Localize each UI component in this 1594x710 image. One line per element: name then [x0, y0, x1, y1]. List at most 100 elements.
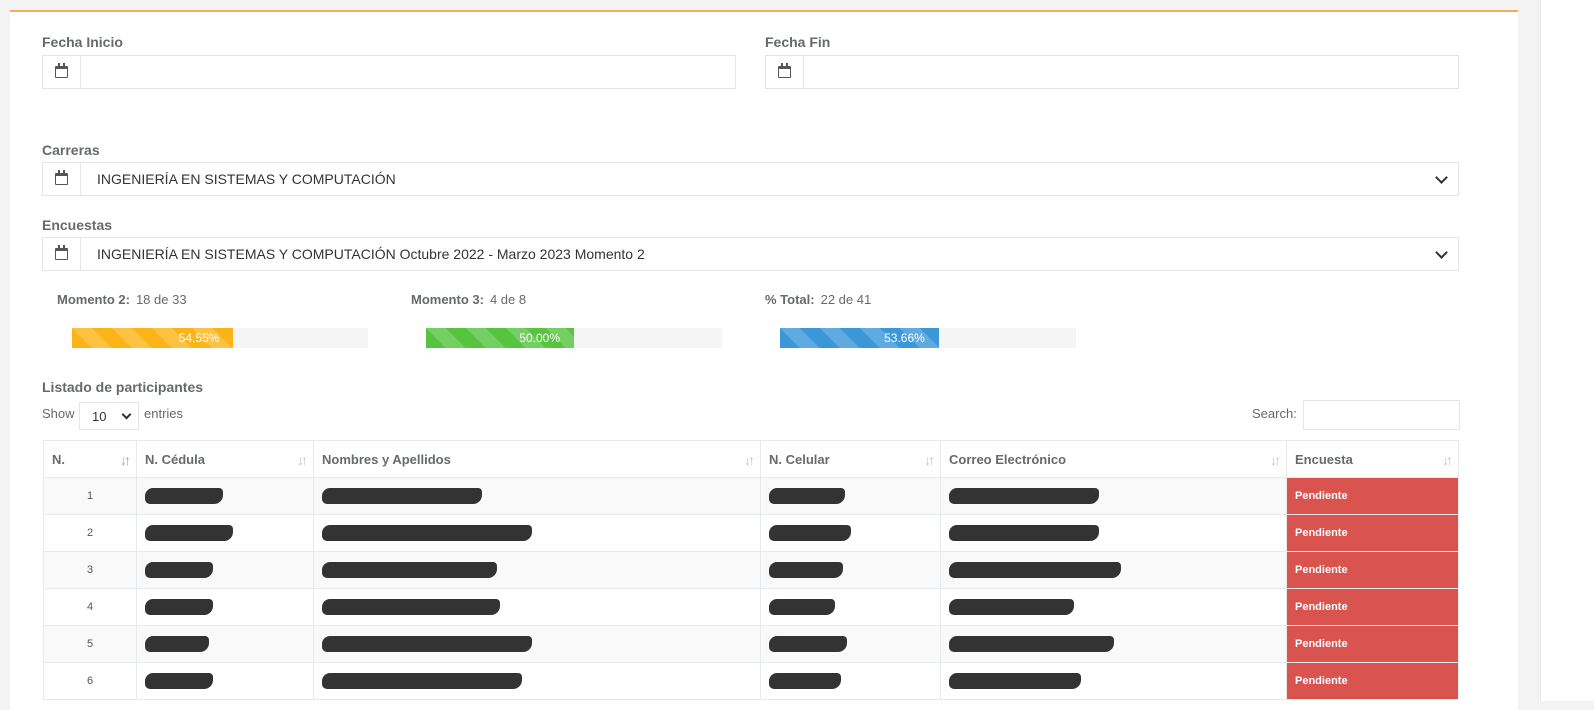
stat-momento-2: Momento 2: 18 de 33 — [57, 292, 187, 307]
table-row: 6 Pendiente — [43, 662, 1459, 700]
cedula-cell-redacted — [136, 551, 314, 589]
status-badge: Pendiente — [1286, 588, 1459, 626]
careers-selected-value: INGENIERÍA EN SISTEMAS Y COMPUTACIÓN — [97, 171, 396, 187]
progress-bar-momento-3: 50.00% — [426, 328, 722, 348]
status-badge: Pendiente — [1286, 551, 1459, 589]
cedula-cell-redacted — [136, 588, 314, 626]
careers-select[interactable]: INGENIERÍA EN SISTEMAS Y COMPUTACIÓN — [42, 162, 1459, 196]
sort-icon: ↓↑ — [744, 452, 755, 468]
surveys-select[interactable]: INGENIERÍA EN SISTEMAS Y COMPUTACIÓN Oct… — [42, 237, 1459, 271]
table-row: 1 Pendiente — [43, 477, 1459, 515]
end-date-input[interactable] — [804, 56, 1458, 88]
surveys-selected-value: INGENIERÍA EN SISTEMAS Y COMPUTACIÓN Oct… — [97, 246, 645, 262]
status-badge: Pendiente — [1286, 625, 1459, 663]
stat-label: % Total: — [765, 292, 815, 307]
search-label: Search: — [1252, 406, 1297, 421]
calendar-icon — [778, 63, 791, 78]
start-date-group — [42, 55, 736, 89]
entries-label: entries — [144, 406, 184, 421]
list-title: Listado de participantes — [42, 379, 204, 395]
name-cell-redacted — [313, 662, 761, 700]
stat-label: Momento 2: — [57, 292, 130, 307]
row-number: 1 — [43, 477, 137, 515]
row-number: 6 — [43, 662, 137, 700]
careers-label: Carreras — [42, 142, 100, 158]
email-cell-redacted — [940, 662, 1287, 700]
stat-value: 22 de 41 — [820, 292, 872, 307]
row-number: 2 — [43, 514, 137, 552]
end-date-calendar-button[interactable] — [766, 56, 804, 88]
phone-cell-redacted — [760, 662, 941, 700]
progress-bar-total: 53.66% — [780, 328, 1076, 348]
sort-icon: ↓↑ — [1270, 452, 1281, 468]
end-date-group — [765, 55, 1459, 89]
column-label: Correo Electrónico — [949, 451, 1067, 467]
table-row: 2 Pendiente — [43, 514, 1459, 552]
column-label: Encuesta — [1295, 451, 1353, 467]
table-row: 3 Pendiente — [43, 551, 1459, 589]
end-date-label: Fecha Fin — [765, 34, 831, 50]
status-badge: Pendiente — [1286, 514, 1459, 552]
column-header-correo[interactable]: Correo Electrónico ↓↑ — [940, 440, 1287, 478]
email-cell-redacted — [940, 514, 1287, 552]
start-date-calendar-button[interactable] — [43, 56, 81, 88]
table-row: 4 Pendiente — [43, 588, 1459, 626]
cedula-cell-redacted — [136, 662, 314, 700]
surveys-addon — [43, 238, 81, 270]
cedula-cell-redacted — [136, 514, 314, 552]
right-sidebar — [1540, 0, 1594, 701]
phone-cell-redacted — [760, 551, 941, 589]
chevron-down-icon — [1435, 170, 1448, 184]
column-label: N. — [52, 451, 65, 467]
column-label: Nombres y Apellidos — [322, 451, 451, 467]
calendar-icon — [55, 245, 68, 260]
column-header-nombres[interactable]: Nombres y Apellidos ↓↑ — [313, 440, 761, 478]
name-cell-redacted — [313, 588, 761, 626]
stat-value: 18 de 33 — [135, 292, 187, 307]
progress-bar-momento-2: 54.55% — [72, 328, 368, 348]
entries-length-select[interactable]: 10 — [79, 402, 139, 430]
name-cell-redacted — [313, 625, 761, 663]
stat-total: % Total: 22 de 41 — [765, 292, 871, 307]
row-number: 4 — [43, 588, 137, 626]
table-header-row: N. ↓↑ N. Cédula ↓↑ Nombres y Apellidos ↓↑ N… — [43, 440, 1459, 478]
email-cell-redacted — [940, 588, 1287, 626]
table-row: 5 Pendiente — [43, 625, 1459, 663]
sort-asc-icon: ↓↑ — [120, 452, 131, 468]
name-cell-redacted — [313, 477, 761, 515]
column-header-cedula[interactable]: N. Cédula ↓↑ — [136, 440, 314, 478]
email-cell-redacted — [940, 477, 1287, 515]
start-date-input[interactable] — [81, 56, 735, 88]
name-cell-redacted — [313, 514, 761, 552]
column-header-n[interactable]: N. ↓↑ — [43, 440, 137, 478]
column-header-encuesta[interactable]: Encuesta ↓↑ — [1286, 440, 1459, 478]
phone-cell-redacted — [760, 514, 941, 552]
surveys-label: Encuestas — [42, 217, 113, 233]
careers-addon — [43, 163, 81, 195]
progress-fill: 50.00% — [426, 328, 574, 348]
entries-value: 10 — [92, 408, 107, 424]
row-number: 3 — [43, 551, 137, 589]
stat-label: Momento 3: — [411, 292, 484, 307]
chevron-down-icon — [1435, 245, 1448, 259]
phone-cell-redacted — [760, 625, 941, 663]
progress-fill: 54.55% — [72, 328, 234, 348]
show-label: Show — [42, 406, 75, 421]
row-number: 5 — [43, 625, 137, 663]
progress-fill: 53.66% — [780, 328, 939, 348]
phone-cell-redacted — [760, 477, 941, 515]
search-input[interactable] — [1303, 400, 1460, 430]
email-cell-redacted — [940, 551, 1287, 589]
sort-icon: ↓↑ — [924, 452, 935, 468]
cedula-cell-redacted — [136, 625, 314, 663]
participants-table: N. ↓↑ N. Cédula ↓↑ Nombres y Apellidos ↓↑ N… — [43, 440, 1459, 700]
column-label: N. Celular — [769, 451, 830, 467]
sort-icon: ↓↑ — [1442, 452, 1453, 468]
start-date-label: Fecha Inicio — [42, 34, 123, 50]
email-cell-redacted — [940, 625, 1287, 663]
chevron-down-icon — [121, 409, 132, 420]
stat-value: 4 de 8 — [489, 292, 527, 307]
name-cell-redacted — [313, 551, 761, 589]
status-badge: Pendiente — [1286, 477, 1459, 515]
column-header-celular[interactable]: N. Celular ↓↑ — [760, 440, 941, 478]
